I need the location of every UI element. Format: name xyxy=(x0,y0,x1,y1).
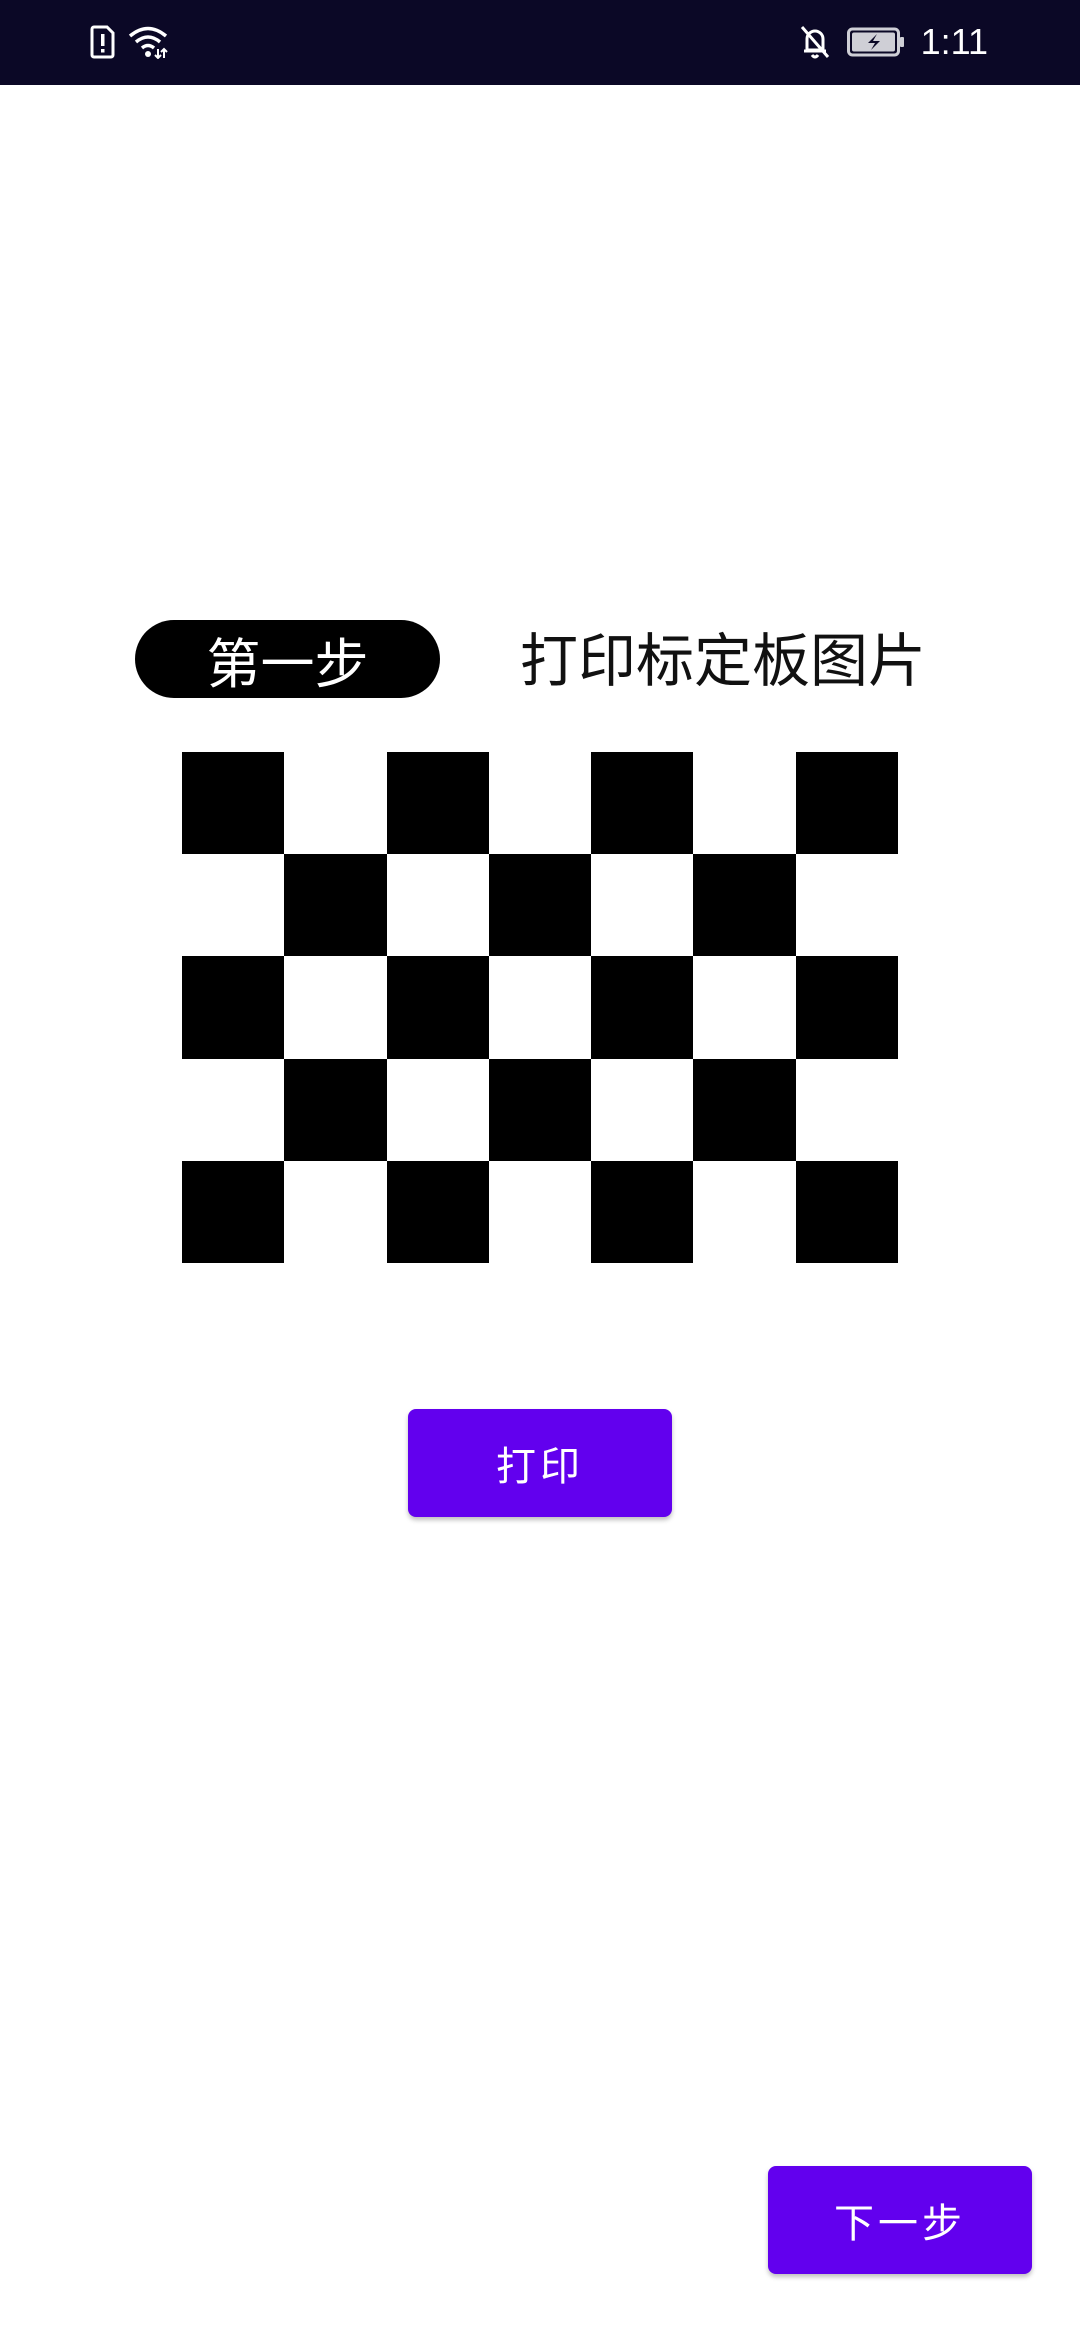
board-square xyxy=(693,956,796,1059)
board-square xyxy=(284,854,387,957)
board-square xyxy=(591,854,694,957)
board-square xyxy=(386,956,489,1059)
board-square xyxy=(693,854,796,957)
status-left-icons xyxy=(90,22,168,62)
board-square xyxy=(591,1058,694,1161)
board-square xyxy=(386,854,489,957)
board-square xyxy=(693,1058,796,1161)
board-square xyxy=(591,956,694,1059)
board-square xyxy=(488,854,592,957)
board-square xyxy=(795,854,898,957)
next-step-button-label: 下一步 xyxy=(834,2201,966,2247)
board-square xyxy=(795,1058,898,1161)
status-right-icons: 1:11 xyxy=(799,18,988,66)
wifi-icon xyxy=(128,25,168,59)
step-title: 打印标定板图片 xyxy=(520,627,927,695)
board-square xyxy=(284,956,387,1059)
board-square xyxy=(182,854,285,957)
board-square xyxy=(795,956,898,1059)
board-square xyxy=(693,752,796,855)
board-square xyxy=(693,1160,796,1263)
board-square xyxy=(284,1160,387,1263)
step-badge-label: 第一步 xyxy=(206,632,369,696)
board-square xyxy=(182,1160,285,1263)
sim-alert-icon xyxy=(90,25,116,59)
board-square xyxy=(386,752,489,855)
board-square xyxy=(284,752,387,855)
board-square xyxy=(182,1058,285,1161)
next-step-button[interactable]: 下一步 xyxy=(768,2166,1032,2274)
step-badge: 第一步 xyxy=(135,620,440,698)
calibration-board-image xyxy=(182,752,898,1263)
board-square xyxy=(591,1160,694,1263)
board-square xyxy=(284,1058,387,1161)
board-square xyxy=(488,752,592,855)
board-square xyxy=(488,956,592,1059)
board-square xyxy=(182,956,285,1059)
battery-charging-icon xyxy=(846,27,905,57)
board-square xyxy=(591,752,694,855)
board-square xyxy=(386,1160,489,1263)
board-square xyxy=(488,1160,592,1263)
print-button-label: 打印 xyxy=(496,1444,584,1490)
board-square xyxy=(795,1160,898,1263)
board-square xyxy=(488,1058,592,1161)
board-square xyxy=(795,752,898,855)
print-button[interactable]: 打印 xyxy=(408,1409,672,1517)
status-time: 1:11 xyxy=(920,21,988,62)
board-square xyxy=(182,752,285,855)
bell-off-icon xyxy=(799,24,831,60)
board-square xyxy=(386,1058,489,1161)
status-bar: 1:11 xyxy=(0,0,1080,85)
